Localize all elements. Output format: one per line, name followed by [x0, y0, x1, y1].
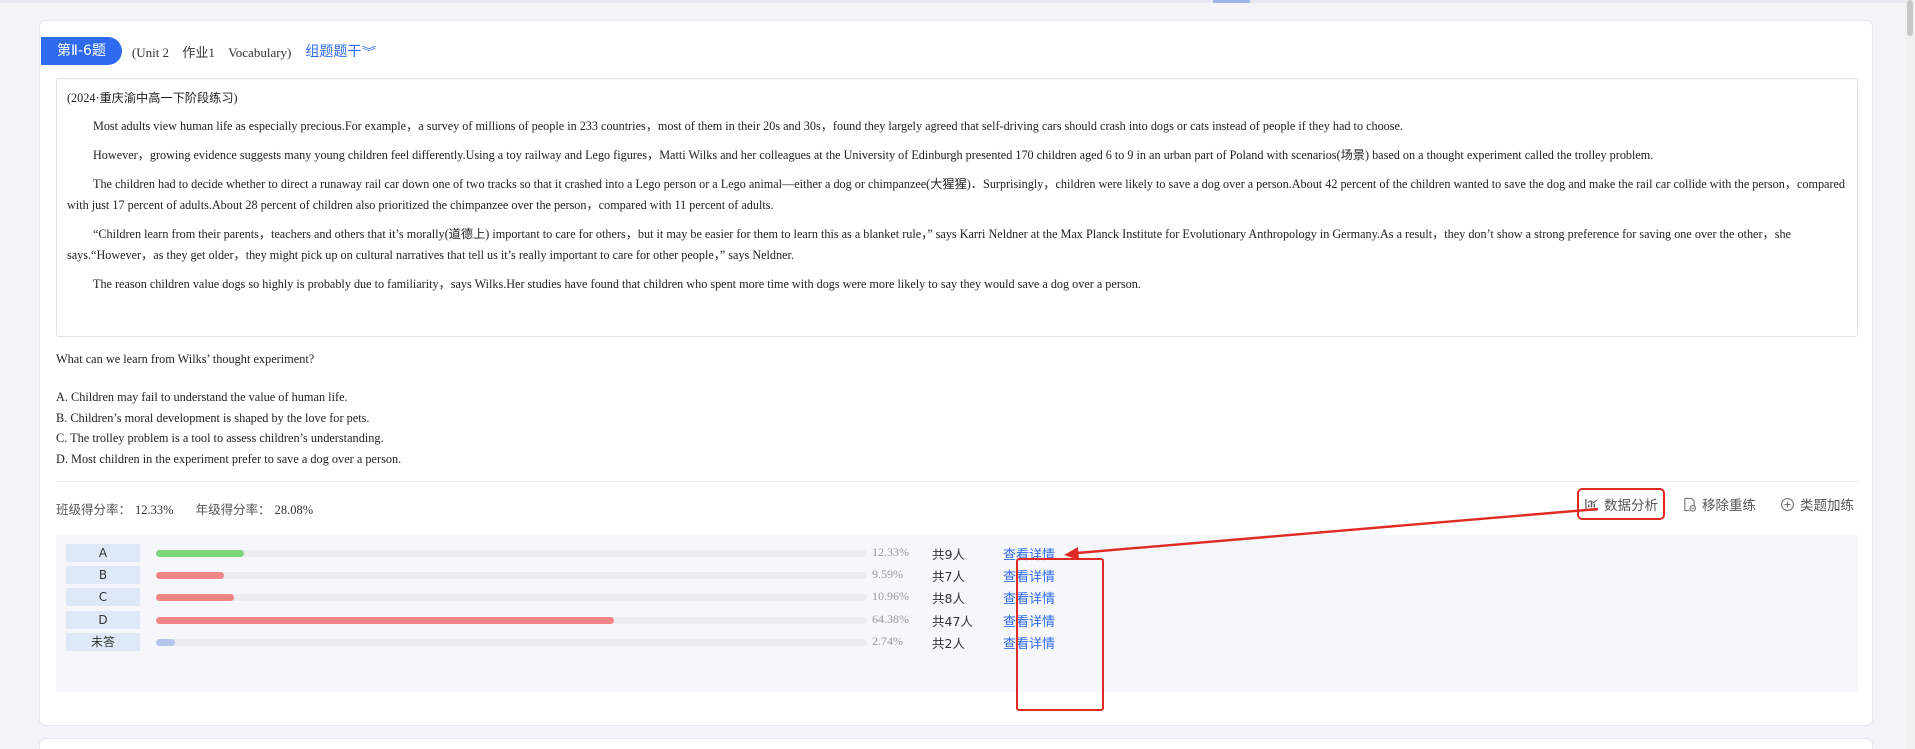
next-question-card	[39, 738, 1873, 749]
distribution-count: 共7人	[932, 569, 965, 584]
class-score-value: 12.33%	[135, 503, 174, 517]
annotation-highlight-box	[1016, 558, 1104, 711]
distribution-count: 共47人	[932, 614, 973, 629]
option-b: B. Children’s moral development is shape…	[56, 410, 370, 425]
document-remove-icon	[1684, 497, 1697, 512]
unit-label: (Unit 2	[131, 44, 170, 60]
distribution-count: 共9人	[932, 547, 965, 562]
similar-practice-label: 类题加练	[1800, 498, 1854, 514]
option-a: A. Children may fail to understand the v…	[56, 390, 348, 404]
distribution-row: D 64.38% 共47人 查看详情	[66, 611, 1066, 630]
answer-distribution: A 12.33% 共9人 查看详情 B 9.59% 共7人 查看详情 C 10.…	[56, 535, 1858, 692]
distribution-row: B 9.59% 共7人 查看详情	[66, 566, 1066, 585]
distribution-track	[156, 550, 867, 557]
grade-score-label: 年级得分率：	[195, 503, 271, 517]
question-stem: What can we learn from Wilks’ thought ex…	[56, 352, 315, 366]
group-stem-label: 组题题干	[305, 44, 362, 60]
distribution-track	[156, 639, 867, 646]
distribution-option: A	[66, 544, 140, 562]
active-tab-indicator	[1213, 0, 1250, 3]
distribution-percent: 64.38%	[872, 612, 909, 626]
data-analysis-label: 数据分析	[1604, 498, 1658, 514]
question-tools: 数据分析 移除重练 类题加练	[1577, 488, 1858, 520]
double-chevron-down-icon: ︾	[362, 45, 377, 59]
distribution-track	[156, 617, 867, 624]
question-header: 第Ⅱ-6题 (Unit 2 作业1 Vocabulary) 组题题干︾	[41, 37, 377, 65]
grade-score-rate: 年级得分率： 28.08%	[196, 499, 314, 518]
distribution-bar	[156, 550, 244, 557]
remove-retry-label: 移除重练	[1702, 498, 1756, 514]
distribution-bar	[156, 617, 614, 624]
distribution-track	[156, 572, 867, 579]
option-c: C. The trolley problem is a tool to asse…	[56, 431, 384, 445]
similar-practice-button[interactable]: 类题加练	[1776, 491, 1858, 517]
question-meta: (Unit 2 作业1 Vocabulary)	[132, 42, 302, 61]
distribution-bar	[156, 639, 176, 646]
score-rates: 班级得分率： 12.33% 年级得分率： 28.08%	[56, 499, 313, 518]
distribution-option: 未答	[66, 633, 140, 651]
distribution-percent: 9.59%	[872, 567, 903, 581]
distribution-percent: 10.96%	[872, 589, 909, 603]
distribution-bar	[156, 594, 234, 601]
distribution-count: 共2人	[932, 636, 965, 651]
top-strip	[0, 0, 1915, 3]
passage-source: (2024·重庆渝中高一下阶段练习)	[67, 91, 238, 105]
class-score-rate: 班级得分率： 12.33%	[56, 499, 174, 518]
remove-retry-button[interactable]: 移除重练	[1678, 491, 1760, 517]
class-score-label: 班级得分率：	[56, 503, 132, 517]
distribution-option: C	[66, 588, 140, 606]
passage-paragraph: The children had to decide whether to di…	[67, 177, 1846, 212]
page-scrollbar[interactable]	[1905, 0, 1915, 749]
distribution-row: 未答 2.74% 共2人 查看详情	[66, 633, 1066, 652]
homework-label: 作业1	[182, 44, 215, 60]
plus-circle-icon	[1781, 497, 1794, 511]
scrollbar-thumb[interactable]	[1907, 0, 1913, 36]
distribution-option: D	[66, 611, 140, 629]
category-label: Vocabulary)	[228, 44, 292, 60]
answer-options: A. Children may fail to understand the v…	[56, 387, 401, 469]
reading-passage: (2024·重庆渝中高一下阶段练习) Most adults view huma…	[56, 78, 1858, 337]
bar-chart-icon	[1585, 498, 1598, 511]
distribution-bar	[156, 572, 225, 579]
distribution-row: A 12.33% 共9人 查看详情	[66, 544, 1066, 563]
passage-paragraph: Most adults view human life as especiall…	[93, 119, 1403, 133]
question-number-badge: 第Ⅱ-6题	[41, 37, 122, 65]
divider	[56, 481, 1858, 482]
grade-score-value: 28.08%	[274, 503, 314, 517]
distribution-option: B	[66, 566, 140, 584]
passage-paragraph: However，growing evidence suggests many y…	[93, 148, 1654, 162]
distribution-percent: 2.74%	[872, 634, 903, 648]
distribution-percent: 12.33%	[872, 545, 909, 559]
option-d: D. Most children in the experiment prefe…	[56, 451, 402, 466]
group-stem-toggle[interactable]: 组题题干︾	[305, 41, 377, 61]
question-card: 第Ⅱ-6题 (Unit 2 作业1 Vocabulary) 组题题干︾ (202…	[39, 20, 1873, 726]
distribution-track	[156, 594, 867, 601]
data-analysis-button[interactable]: 数据分析	[1577, 488, 1665, 520]
distribution-count: 共8人	[932, 591, 965, 606]
passage-paragraph: “Children learn from their parents，teach…	[67, 227, 1791, 262]
passage-paragraph: The reason children value dogs so highly…	[93, 277, 1141, 291]
distribution-row: C 10.96% 共8人 查看详情	[66, 588, 1066, 607]
